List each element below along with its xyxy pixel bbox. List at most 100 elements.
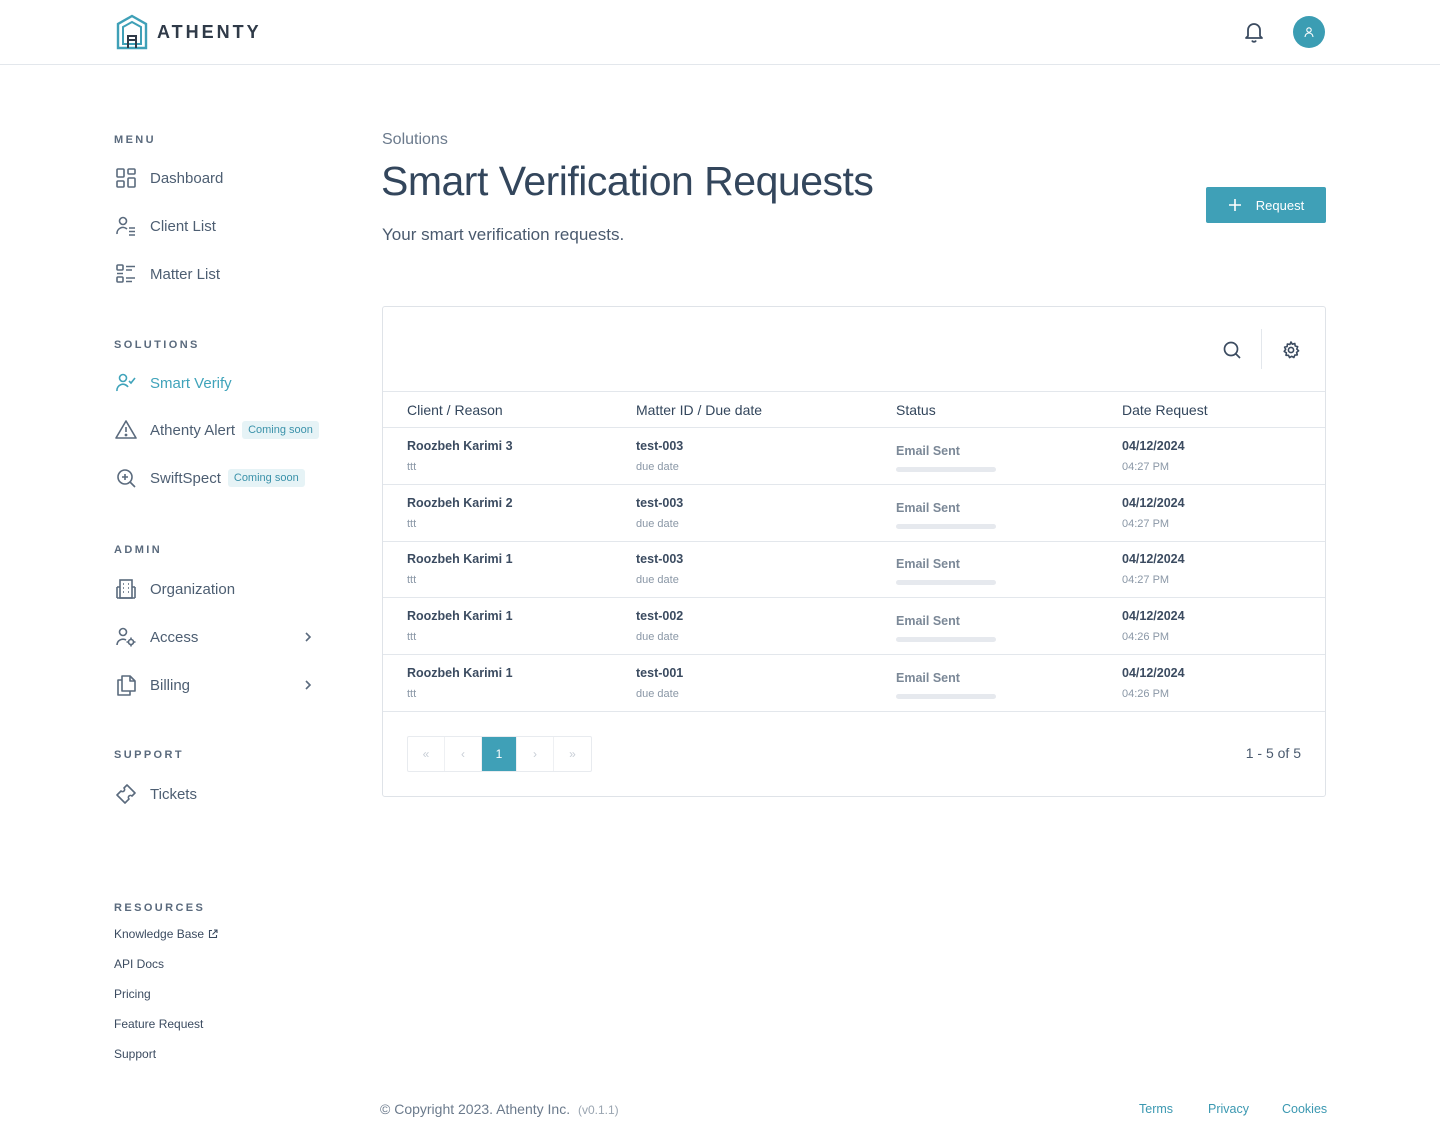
table-row[interactable]: Roozbeh Karimi 1 ttt test-001 due date E… — [383, 655, 1325, 712]
sidebar-item-dashboard[interactable]: Dashboard — [114, 162, 334, 194]
status-text: Email Sent — [896, 614, 960, 628]
sidebar-item-client-list[interactable]: Client List — [114, 210, 334, 242]
request-time: 04:27 PM — [1122, 574, 1170, 586]
sidebar-item-athenty-alert[interactable]: Athenty Alert Coming soon — [114, 414, 334, 446]
toolbar-divider — [1261, 329, 1262, 369]
client-name: Roozbeh Karimi 1 — [407, 666, 513, 680]
sidebar-item-organization[interactable]: Organization — [114, 573, 334, 605]
bell-icon — [1245, 23, 1263, 43]
column-header-client[interactable]: Client / Reason — [407, 402, 503, 418]
next-page-button[interactable]: › — [517, 737, 554, 771]
athenty-logo[interactable]: ATHENTY — [115, 14, 262, 50]
new-request-button[interactable]: Request — [1206, 187, 1326, 223]
resource-link-support[interactable]: Support — [114, 1047, 156, 1061]
client-name: Roozbeh Karimi 1 — [407, 552, 513, 566]
grid-icon — [114, 166, 138, 190]
resource-link-feature-request[interactable]: Feature Request — [114, 1017, 203, 1031]
status-progress-bar — [896, 467, 996, 472]
page-button-current[interactable]: 1 — [482, 737, 517, 771]
status-text: Email Sent — [896, 444, 960, 458]
requests-table-card: Client / Reason Matter ID / Due date Sta… — [382, 306, 1326, 797]
page-subtitle: Your smart verification requests. — [382, 225, 625, 244]
footer-link-privacy[interactable]: Privacy — [1208, 1102, 1249, 1116]
status-progress-bar — [896, 580, 996, 585]
section-label-menu: MENU — [114, 134, 156, 146]
section-label-admin: ADMIN — [114, 544, 163, 556]
last-page-button[interactable]: » — [554, 737, 591, 771]
resource-link-knowledge-base[interactable]: Knowledge Base — [114, 927, 218, 941]
matter-id: test-002 — [636, 609, 684, 623]
section-label-support: SUPPORT — [114, 749, 184, 761]
column-header-status[interactable]: Status — [896, 402, 936, 418]
sidebar-item-matter-list[interactable]: Matter List — [114, 258, 334, 290]
notifications-button[interactable] — [1241, 19, 1267, 45]
sidebar-item-label: Matter List — [150, 265, 221, 283]
sidebar-item-tickets[interactable]: Tickets — [114, 778, 334, 810]
sidebar-item-label: Smart Verify — [150, 374, 232, 392]
sidebar-item-label: SwiftSpect — [150, 469, 221, 487]
sidebar-item-smart-verify[interactable]: Smart Verify — [114, 367, 334, 399]
reason: ttt — [407, 574, 417, 586]
footer-link-cookies[interactable]: Cookies — [1282, 1102, 1327, 1116]
copyright: © Copyright 2023. Athenty Inc. (v0.1.1) — [380, 1101, 619, 1117]
table-header: Client / Reason Matter ID / Due date Sta… — [383, 391, 1325, 428]
request-time: 04:26 PM — [1122, 688, 1170, 700]
table-row[interactable]: Roozbeh Karimi 3 ttt test-003 due date E… — [383, 428, 1325, 485]
sidebar-item-billing[interactable]: Billing — [114, 669, 334, 701]
request-date: 04/12/2024 — [1122, 609, 1185, 623]
matter-id: test-003 — [636, 439, 684, 453]
client-name: Roozbeh Karimi 1 — [407, 609, 513, 623]
status-progress-bar — [896, 524, 996, 529]
request-date: 04/12/2024 — [1122, 666, 1185, 680]
external-link-icon — [209, 929, 218, 939]
section-label-resources: RESOURCES — [114, 902, 206, 914]
sidebar-item-label: Client List — [150, 217, 216, 235]
copyright-text: © Copyright 2023. Athenty Inc. — [380, 1101, 571, 1117]
due-date: due date — [636, 461, 679, 473]
request-date: 04/12/2024 — [1122, 552, 1185, 566]
resource-link-api-docs[interactable]: API Docs — [114, 957, 164, 971]
plus-icon — [1228, 198, 1242, 212]
search-icon[interactable] — [1221, 339, 1243, 361]
matter-id: test-003 — [636, 496, 684, 510]
column-header-matter[interactable]: Matter ID / Due date — [636, 402, 762, 418]
sidebar-item-label: Athenty Alert — [150, 421, 236, 439]
section-label-solutions: SOLUTIONS — [114, 339, 200, 351]
page-title: Smart Verification Requests — [381, 158, 874, 204]
client-name: Roozbeh Karimi 2 — [407, 496, 513, 510]
breadcrumb[interactable]: Solutions — [382, 131, 448, 149]
sidebar-item-swiftspect[interactable]: SwiftSpect Coming soon — [114, 462, 334, 494]
reason: ttt — [407, 631, 417, 643]
resource-link-pricing[interactable]: Pricing — [114, 987, 151, 1001]
new-request-label: Request — [1255, 197, 1305, 213]
status-progress-bar — [896, 637, 996, 642]
table-row[interactable]: Roozbeh Karimi 1 ttt test-002 due date E… — [383, 598, 1325, 655]
version: (v0.1.1) — [577, 1103, 619, 1117]
status-text: Email Sent — [896, 671, 960, 685]
table-row[interactable]: Roozbeh Karimi 2 ttt test-003 due date E… — [383, 485, 1325, 542]
coming-soon-badge: Coming soon — [227, 469, 305, 487]
pagination: « ‹ 1 › » — [407, 736, 592, 772]
column-header-date[interactable]: Date Request — [1122, 402, 1208, 418]
due-date: due date — [636, 574, 679, 586]
prev-page-button[interactable]: ‹ — [445, 737, 482, 771]
footer-link-terms[interactable]: Terms — [1139, 1102, 1173, 1116]
due-date: due date — [636, 631, 679, 643]
zoom-in-icon — [114, 466, 138, 490]
user-avatar[interactable] — [1293, 16, 1325, 48]
table-row[interactable]: Roozbeh Karimi 1 ttt test-003 due date E… — [383, 541, 1325, 598]
building-icon — [114, 577, 138, 601]
first-page-button[interactable]: « — [408, 737, 445, 771]
reason: ttt — [407, 461, 417, 473]
user-check-icon — [114, 371, 138, 395]
sidebar-item-access[interactable]: Access — [114, 621, 334, 653]
gear-icon[interactable] — [1281, 340, 1301, 360]
sidebar-item-label: Organization — [150, 580, 236, 598]
resource-link-label: Knowledge Base — [114, 927, 205, 941]
user-list-icon — [114, 214, 138, 238]
user-icon — [1304, 27, 1314, 38]
request-date: 04/12/2024 — [1122, 439, 1185, 453]
reason: ttt — [407, 688, 417, 700]
top-bar: ATHENTY — [0, 0, 1440, 65]
due-date: due date — [636, 518, 679, 530]
